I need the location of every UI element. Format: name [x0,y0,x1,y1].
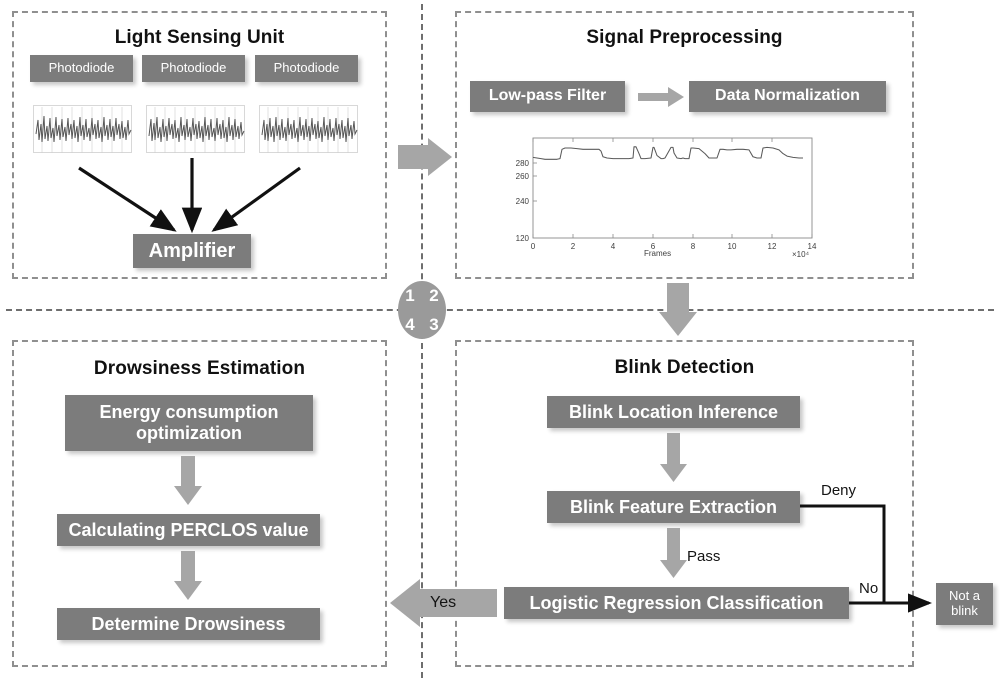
logistic-regression-classification-box[interactable]: Logistic Regression Classification [504,587,849,619]
quadrant-number-3: 3 [429,315,439,334]
plot-ytick-280: 280 [516,159,530,168]
vertical-divider [421,4,423,678]
edge-label-yes: Yes [430,594,457,611]
arrow-sensing-to-preprocessing [398,138,452,176]
amplifier-box[interactable]: Amplifier [133,234,251,268]
determine-drowsiness-box[interactable]: Determine Drowsiness [57,608,320,640]
waveform-thumb-3 [259,105,358,153]
waveform-thumb-2 [146,105,245,153]
blink-location-inference-box[interactable]: Blink Location Inference [547,396,800,428]
plot-xaxis-label: Frames [644,249,672,258]
edge-label-pass: Pass [687,548,721,565]
energy-consumption-optimization-box[interactable]: Energy consumption optimization [65,395,313,451]
signal-plot: 120 240 260 280 0 2 4 6 8 10 12 14 Frame… [500,128,838,263]
photodiode-box-2[interactable]: Photodiode [142,55,245,82]
calculating-perclos-box[interactable]: Calculating PERCLOS value [57,514,320,546]
not-a-blink-line-1: Not a [948,588,981,604]
plot-x-multiplier: ×10⁴ [792,250,810,259]
energy-opt-line-2: optimization [136,423,242,443]
edge-label-deny: Deny [821,482,857,499]
panel-signal-preprocessing-title: Signal Preprocessing [586,27,783,48]
lowpass-filter-box[interactable]: Low-pass Filter [470,81,625,112]
panel-light-sensing-title: Light Sensing Unit [114,27,285,48]
plot-xtick-10: 10 [728,242,737,251]
plot-xtick-8: 8 [691,242,696,251]
blink-feature-extraction-box[interactable]: Blink Feature Extraction [547,491,800,523]
photodiode-box-1[interactable]: Photodiode [30,55,133,82]
signal-plot-svg: 120 240 260 280 0 2 4 6 8 10 12 14 [516,137,817,251]
waveform-thumb-1 [33,105,132,153]
figure-canvas: Light Sensing Unit Photodiode Photodiode… [0,0,1000,682]
data-normalization-box[interactable]: Data Normalization [689,81,886,112]
energy-opt-line-1: Energy consumption [99,402,279,423]
edge-label-no: No [859,580,879,597]
plot-xtick-4: 4 [611,242,616,251]
plot-ytick-120: 120 [516,234,530,243]
quadrant-number-2: 2 [429,286,439,305]
plot-ytick-260: 260 [516,172,530,181]
panel-drowsiness-estimation-title: Drowsiness Estimation [93,358,306,379]
horizontal-divider [6,309,994,311]
panel-blink-detection-title: Blink Detection [614,357,755,378]
not-a-blink-line-2: blink [951,603,978,618]
plot-xtick-2: 2 [571,242,576,251]
plot-xtick-0: 0 [531,242,536,251]
plot-xtick-12: 12 [768,242,777,251]
quadrant-number-4: 4 [405,315,415,334]
plot-ytick-240: 240 [516,197,530,206]
quadrant-number-1: 1 [405,286,415,305]
photodiode-box-3[interactable]: Photodiode [255,55,358,82]
quadrant-number-marker: 1 2 4 3 [398,281,446,339]
not-a-blink-box[interactable]: Not a blink [936,583,993,625]
